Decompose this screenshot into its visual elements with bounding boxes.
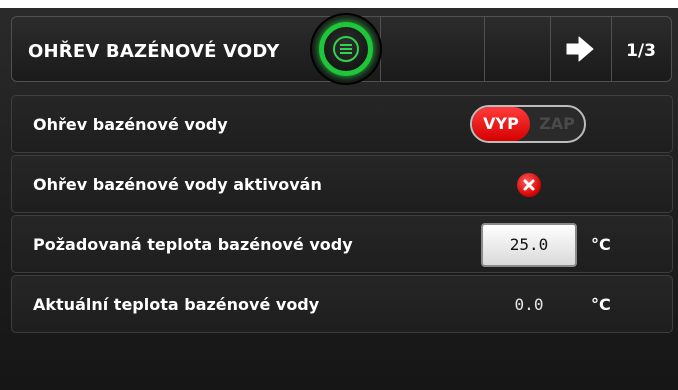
row-label: Ohřev bazénové vody aktivován — [33, 175, 322, 194]
header-divider — [484, 17, 485, 81]
next-page-button[interactable] — [550, 17, 610, 81]
row-pool-heating: Ohřev bazénové vody VYP ZAP — [11, 95, 673, 153]
actual-temperature-value: 0.0 — [514, 295, 544, 314]
menu-ring — [319, 22, 373, 76]
screen: OHŘEV BAZÉNOVÉ VODY 1/3 Ohřev bazénové v… — [0, 8, 678, 390]
page-title: OHŘEV BAZÉNOVÉ VODY — [28, 41, 280, 62]
row-label: Požadovaná teplota bazénové vody — [33, 235, 353, 254]
error-x-icon — [517, 173, 541, 197]
unit-label: °C — [591, 295, 611, 314]
row-heating-activated: Ohřev bazénové vody aktivován — [11, 155, 673, 213]
page-indicator: 1/3 — [626, 41, 656, 61]
target-temperature-input[interactable]: 25.0 — [481, 223, 577, 267]
toggle-off-label: VYP — [472, 107, 530, 141]
row-actual-temperature: Aktuální teplota bazénové vody 0.0 °C — [11, 275, 673, 333]
row-label: Aktuální teplota bazénové vody — [33, 295, 320, 314]
toggle-on-label: ZAP — [539, 114, 575, 133]
heating-toggle[interactable]: VYP ZAP — [470, 105, 586, 143]
row-label: Ohřev bazénové vody — [33, 115, 228, 134]
menu-icon — [333, 36, 359, 62]
arrow-right-icon — [566, 36, 594, 62]
header-bar: OHŘEV BAZÉNOVÉ VODY 1/3 — [11, 13, 672, 85]
row-target-temperature: Požadovaná teplota bazénové vody 25.0 °C — [11, 215, 673, 273]
unit-label: °C — [591, 235, 611, 254]
menu-button[interactable] — [310, 13, 382, 85]
